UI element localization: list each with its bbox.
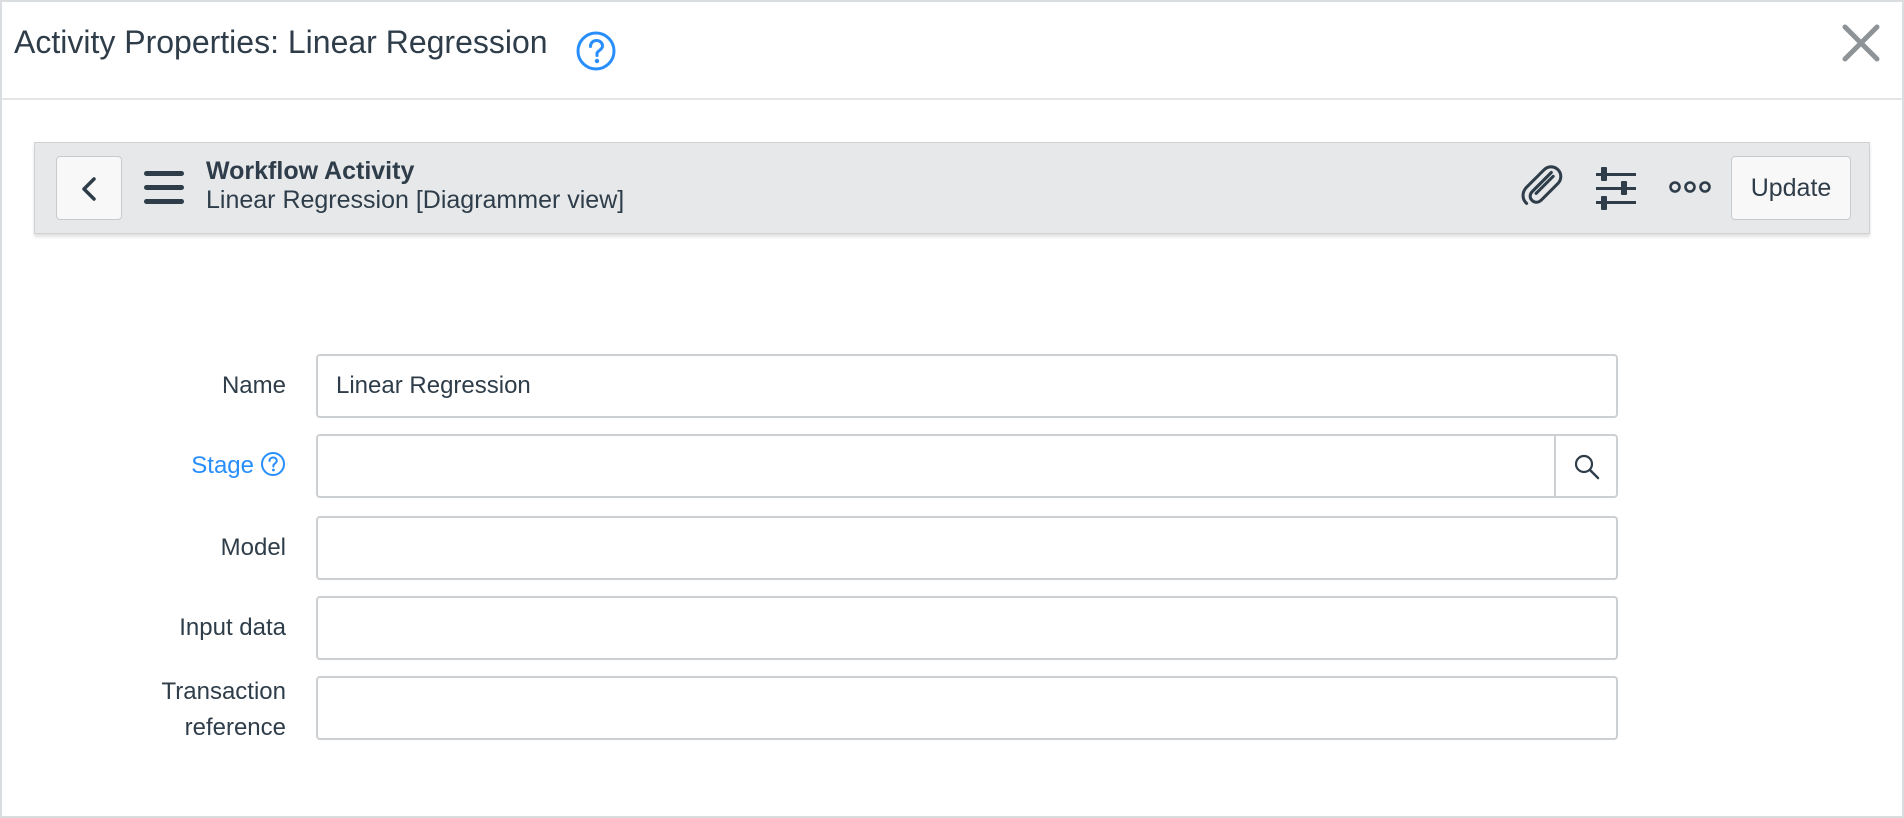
stage-label[interactable]: Stage [86, 448, 286, 484]
name-field[interactable] [316, 354, 1618, 418]
stage-lookup-button[interactable] [1554, 434, 1618, 498]
close-icon[interactable] [1840, 22, 1882, 64]
dialog-title: Activity Properties: Linear Regression [14, 24, 548, 60]
back-button[interactable] [56, 156, 122, 220]
sliders-icon[interactable] [1595, 167, 1637, 211]
update-button[interactable]: Update [1731, 156, 1851, 220]
transaction-reference-label: Transaction reference [86, 674, 287, 746]
search-icon [1574, 454, 1600, 480]
record-name-subtitle: Linear Regression [Diagrammer view] [206, 186, 625, 214]
transaction-reference-field[interactable] [316, 676, 1618, 740]
model-label: Model [220, 534, 286, 561]
form-header-toolbar: Workflow Activity Linear Regression [Dia… [34, 142, 1870, 234]
activity-properties-dialog: Activity Properties: Linear Regression W… [0, 0, 1904, 818]
transaction-reference-label-line1: Transaction [161, 678, 287, 705]
hamburger-menu-icon[interactable] [142, 169, 186, 207]
record-type-title: Workflow Activity [206, 157, 415, 185]
input-data-label: Input data [179, 614, 286, 641]
stage-label-text[interactable]: Stage [191, 452, 254, 479]
more-options-icon[interactable] [1669, 179, 1711, 195]
paperclip-icon[interactable] [1521, 165, 1567, 211]
stage-reference-field[interactable] [316, 434, 1556, 498]
model-field[interactable] [316, 516, 1618, 580]
question-circle-icon[interactable] [575, 30, 617, 72]
question-circle-icon[interactable] [260, 451, 286, 477]
transaction-reference-label-line2: reference [184, 714, 286, 741]
input-data-field[interactable] [316, 596, 1618, 660]
chevron-left-icon [82, 177, 96, 201]
name-label: Name [221, 372, 286, 399]
dialog-header: Activity Properties: Linear Regression [2, 2, 1902, 100]
